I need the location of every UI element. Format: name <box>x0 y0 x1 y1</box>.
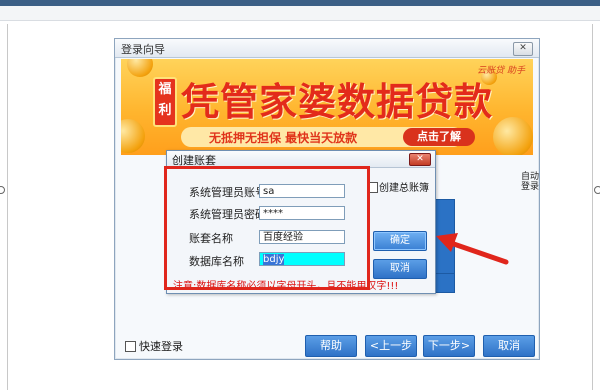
annotation-arrow-icon <box>436 233 509 265</box>
